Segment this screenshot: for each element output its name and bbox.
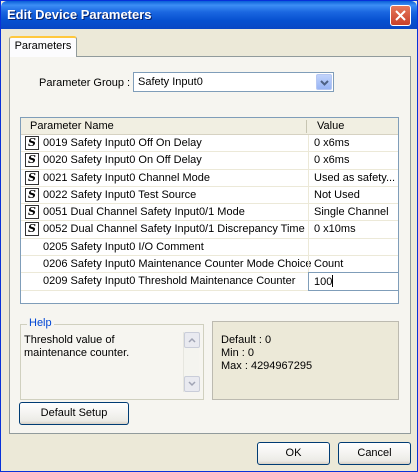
chevron-down-icon (320, 80, 329, 86)
help-text: Threshold value of maintenance counter. (24, 334, 130, 359)
parameter-grid: Parameter Name Value S 0019 Safety Input0… (20, 117, 399, 304)
parameter-name: 0052 Dual Channel Safety Input0/1 Discre… (43, 223, 305, 236)
column-divider (308, 135, 309, 152)
table-row[interactable]: S 0051 Dual Channel Safety Input0/1 Mode S… (21, 204, 398, 222)
parameter-name: 0205 Safety Input0 I/O Comment (43, 240, 204, 253)
parameter-name: 0019 Safety Input0 Off On Delay (43, 137, 202, 149)
safety-s-icon: S (25, 222, 39, 237)
parameter-value[interactable]: Count (314, 258, 343, 270)
parameter-name: 0051 Dual Channel Safety Input0/1 Mode (43, 206, 245, 219)
parameter-name: 0022 Safety Input0 Test Source (43, 188, 197, 201)
column-header-value[interactable]: Value (317, 120, 344, 132)
column-divider (308, 186, 309, 204)
chevron-down-icon (188, 381, 196, 387)
safety-s-icon: S (25, 136, 39, 150)
column-divider (308, 256, 309, 274)
help-scrollbar[interactable] (183, 332, 200, 392)
column-divider (308, 169, 309, 187)
grid-rows: S 0019 Safety Input0 Off On Delay 0 x6ms S 0… (21, 135, 399, 292)
dropdown-button[interactable] (316, 74, 332, 90)
parameter-group-label: Parameter Group : (39, 77, 131, 89)
scroll-down-button[interactable] (184, 376, 200, 392)
close-icon (395, 10, 406, 21)
parameter-group-value: Safety Input0 (138, 76, 203, 88)
safety-s-icon: S (25, 153, 39, 168)
parameter-value[interactable]: 0 x6ms (314, 154, 349, 166)
table-row[interactable]: 0206 Safety Input0 Maintenance Counter M… (21, 256, 398, 274)
edit-device-parameters-dialog: Edit Device Parameters Parameters Parame… (0, 0, 418, 472)
safety-s-icon: S (25, 187, 39, 202)
column-divider (308, 152, 309, 170)
safety-s-icon: S (25, 205, 39, 220)
parameter-value[interactable]: 0 x10ms (314, 223, 356, 235)
parameter-name: 0021 Safety Input0 Channel Mode (43, 171, 210, 184)
parameter-name: 0206 Safety Input0 Maintenance Counter M… (43, 258, 312, 271)
table-row[interactable]: S 0052 Dual Channel Safety Input0/1 Discr… (21, 221, 398, 239)
close-button[interactable] (390, 5, 411, 26)
dialog-title: Edit Device Parameters (7, 7, 152, 22)
text-caret (332, 275, 334, 288)
default-setup-button[interactable]: Default Setup (19, 402, 129, 425)
default-value-text: Default : 0 (221, 334, 272, 346)
cancel-button[interactable]: Cancel (338, 442, 411, 465)
column-header-parameter-name[interactable]: Parameter Name (30, 120, 114, 132)
safety-s-icon: S (25, 170, 39, 185)
column-divider (308, 238, 309, 256)
parameter-name: 0209 Safety Input0 Threshold Maintenance… (43, 275, 296, 288)
min-value-text: Min : 0 (221, 347, 255, 359)
parameter-value-text: 100 (314, 276, 333, 289)
parameter-group-select[interactable]: Safety Input0 (133, 72, 334, 92)
column-separator[interactable] (306, 120, 307, 133)
parameter-value[interactable]: 0 x6ms (314, 137, 349, 149)
chevron-up-icon (188, 337, 196, 343)
parameter-value[interactable]: Used as safety... (314, 172, 395, 184)
parameter-value[interactable]: Single Channel (314, 206, 389, 218)
ok-button[interactable]: OK (257, 442, 330, 465)
title-bar[interactable]: Edit Device Parameters (1, 1, 417, 29)
table-row[interactable]: S 0022 Safety Input0 Test Source Not Used (21, 186, 398, 205)
max-value-text: Max : 4294967295 (221, 360, 313, 372)
scroll-up-button[interactable] (184, 332, 200, 348)
table-row[interactable]: 0209 Safety Input0 Threshold Maintenance… (21, 272, 399, 292)
help-legend: Help (27, 317, 54, 329)
table-row[interactable]: S 0021 Safety Input0 Channel Mode Used as … (21, 169, 398, 187)
column-divider (308, 204, 309, 222)
table-row[interactable]: 0205 Safety Input0 I/O Comment (21, 238, 398, 257)
column-divider (308, 221, 309, 239)
table-row[interactable]: S 0020 Safety Input0 On Off Delay 0 x6ms (21, 152, 398, 170)
tab-parameters[interactable]: Parameters (9, 36, 77, 57)
parameter-value[interactable]: Not Used (314, 189, 360, 201)
table-row[interactable]: S 0019 Safety Input0 Off On Delay 0 x6ms (21, 135, 398, 153)
parameter-value-input[interactable]: 100 (308, 272, 399, 292)
value-range-info: Default : 0 Min : 0 Max : 4294967295 (212, 321, 399, 400)
parameter-name: 0020 Safety Input0 On Off Delay (43, 154, 202, 167)
grid-header: Parameter Name Value (21, 118, 398, 135)
